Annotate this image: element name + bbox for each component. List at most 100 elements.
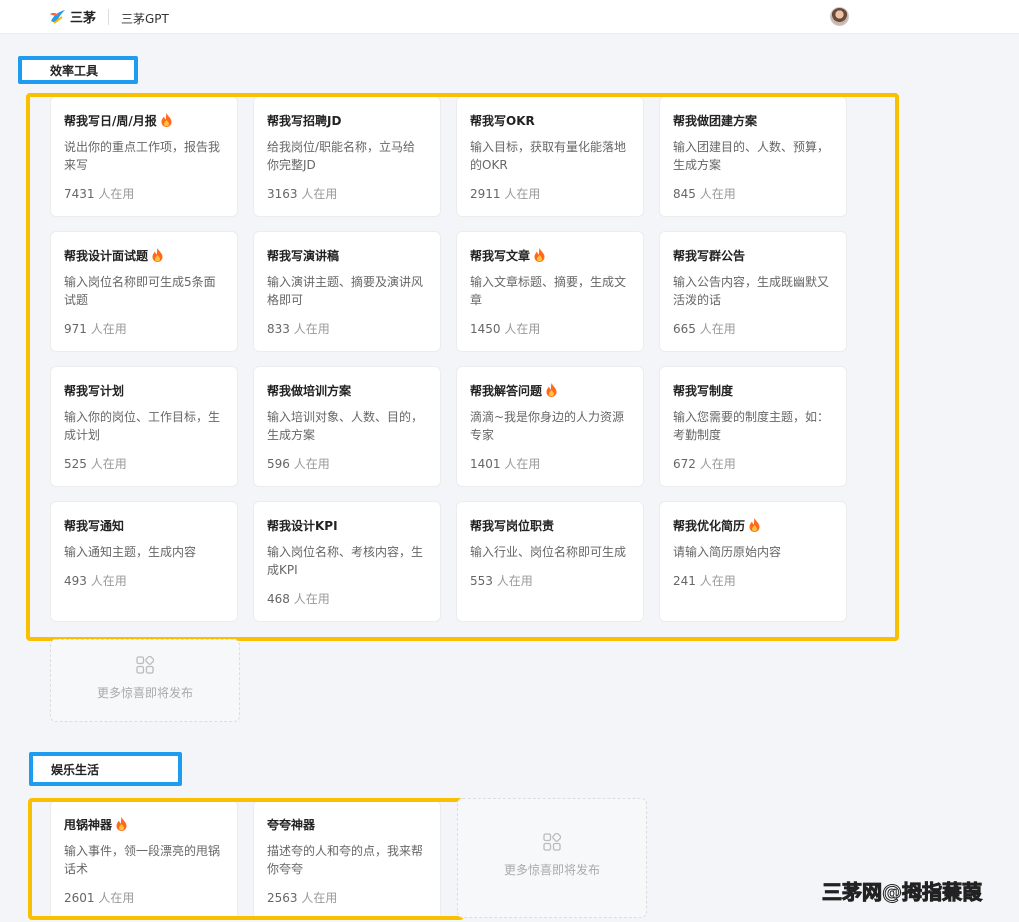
section-title-entertainment: 娱乐生活 — [29, 752, 182, 786]
usage-suffix: 人在用 — [301, 187, 338, 201]
card-description: 输入公告内容，生成既幽默又活泼的话 — [673, 275, 830, 307]
card-description: 输入您需要的制度主题，如：考勤制度 — [673, 410, 830, 442]
card-title-text: 帮我写文章 — [470, 248, 531, 263]
usage-suffix: 人在用 — [90, 574, 127, 588]
card-title-text: 帮我写群公告 — [673, 248, 746, 263]
card-description: 输入团建目的、人数、预算，生成方案 — [673, 140, 830, 172]
section-title-text: 效率工具 — [50, 63, 99, 78]
usage-suffix: 人在用 — [699, 457, 736, 471]
usage-number: 971 — [64, 322, 87, 336]
card-title: 帮我写计划 — [64, 381, 224, 399]
tool-card[interactable]: 帮我写招聘JD 给我岗位/职能名称，立马给你完整JD 3163 人在用 — [253, 96, 441, 217]
tool-card[interactable]: 帮我写通知 输入通知主题，生成内容 493 人在用 — [50, 501, 238, 622]
usage-count: 1450 人在用 — [470, 320, 630, 337]
card-title: 帮我写制度 — [673, 381, 833, 399]
card-description: 描述夸的人和夸的点，我来帮你夸夸 — [267, 844, 424, 876]
usage-count: 665 人在用 — [673, 320, 833, 337]
tool-card[interactable]: 帮我写制度输入您需要的制度主题，如：考勤制度 672 人在用 — [659, 366, 847, 487]
usage-count: 525 人在用 — [64, 455, 224, 472]
card-description: 输入目标，获取有量化能落地的OKR — [470, 140, 627, 172]
tool-card[interactable]: 帮我写演讲稿 输入演讲主题、摘要及演讲风格即可 833 人在用 — [253, 231, 441, 352]
usage-count: 971 人在用 — [64, 320, 224, 337]
usage-number: 1450 — [470, 322, 501, 336]
usage-count: 672 人在用 — [673, 455, 833, 472]
usage-suffix: 人在用 — [504, 322, 541, 336]
usage-number: 596 — [267, 457, 290, 471]
usage-number: 845 — [673, 187, 696, 201]
usage-count: 2911 人在用 — [470, 185, 630, 202]
header-divider — [108, 9, 109, 25]
card-title-text: 帮我设计面试题 — [64, 248, 149, 263]
apps-grid-icon — [136, 656, 154, 674]
usage-suffix: 人在用 — [98, 891, 135, 905]
tool-card[interactable]: 帮我写OKR 输入目标，获取有量化能落地的OKR 2911 人在用 — [456, 96, 644, 217]
card-title-text: 帮我写岗位职责 — [470, 518, 555, 533]
card-description: 输入演讲主题、摘要及演讲风格即可 — [267, 275, 424, 307]
usage-count: 2563 人在用 — [267, 889, 427, 906]
card-title: 帮我写群公告 — [673, 246, 833, 264]
card-title: 甩锅神器 — [64, 815, 224, 833]
card-title: 帮我设计KPI — [267, 516, 427, 534]
card-description: 输入培训对象、人数、目的，生成方案 — [267, 410, 424, 442]
tool-card[interactable]: 甩锅神器 输入事件，领一段漂亮的甩锅话术 2601 人在用 — [50, 800, 238, 920]
usage-suffix: 人在用 — [293, 322, 330, 336]
usage-count: 241 人在用 — [673, 572, 833, 589]
usage-count: 845 人在用 — [673, 185, 833, 202]
tool-card[interactable]: 帮我写岗位职责 输入行业、岗位名称即可生成 553 人在用 — [456, 501, 644, 622]
fire-icon — [152, 248, 163, 262]
section-title-text: 娱乐生活 — [51, 762, 100, 777]
card-title: 帮我设计面试题 — [64, 246, 224, 264]
card-title-text: 帮我做团建方案 — [673, 113, 758, 128]
card-title-text: 帮我写通知 — [64, 518, 125, 533]
tool-card[interactable]: 帮我优化简历请输入简历原始内容 241 人在用 — [659, 501, 847, 622]
tool-card[interactable]: 帮我写群公告输入公告内容，生成既幽默又活泼的话 665 人在用 — [659, 231, 847, 352]
usage-suffix: 人在用 — [293, 457, 330, 471]
usage-count: 7431 人在用 — [64, 185, 224, 202]
usage-suffix: 人在用 — [699, 574, 736, 588]
usage-count: 833 人在用 — [267, 320, 427, 337]
card-title-text: 帮我写计划 — [64, 383, 125, 398]
card-title: 帮我写通知 — [64, 516, 224, 534]
logo-icon — [50, 10, 65, 24]
card-title-text: 帮我优化简历 — [673, 518, 746, 533]
fire-icon — [534, 248, 545, 262]
more-coming-placeholder: 更多惊喜即将发布 — [457, 798, 647, 918]
card-description: 输入你的岗位、工作目标，生成计划 — [64, 410, 221, 442]
top-bar: 三茅 三茅GPT — [0, 0, 1019, 34]
tool-card[interactable]: 帮我写日/周/月报 说出你的重点工作项，报告我来写 7431 人在用 — [50, 96, 238, 217]
card-description: 给我岗位/职能名称，立马给你完整JD — [267, 140, 416, 172]
usage-number: 1401 — [470, 457, 501, 471]
usage-number: 833 — [267, 322, 290, 336]
card-description: 滴滴~我是你身边的人力资源专家 — [470, 410, 625, 442]
usage-count: 3163 人在用 — [267, 185, 427, 202]
card-title-text: 夸夸神器 — [267, 817, 316, 832]
tool-card[interactable]: 帮我做团建方案输入团建目的、人数、预算，生成方案 845 人在用 — [659, 96, 847, 217]
tool-card[interactable]: 夸夸神器描述夸的人和夸的点，我来帮你夸夸 2563 人在用 — [253, 800, 441, 920]
tool-card[interactable]: 帮我设计KPI 输入岗位名称、考核内容，生成KPI 468 人在用 — [253, 501, 441, 622]
card-description: 请输入简历原始内容 — [673, 545, 782, 559]
tool-card[interactable]: 帮我写计划输入你的岗位、工作目标，生成计划 525 人在用 — [50, 366, 238, 487]
usage-count: 468 人在用 — [267, 590, 427, 607]
watermark: 三茅网@拇指蒹葭 — [822, 880, 983, 905]
tool-card[interactable]: 帮我做培训方案 输入培训对象、人数、目的，生成方案 596 人在用 — [253, 366, 441, 487]
more-coming-text: 更多惊喜即将发布 — [96, 686, 193, 700]
avatar[interactable] — [830, 7, 849, 26]
usage-number: 665 — [673, 322, 696, 336]
more-coming-placeholder: 更多惊喜即将发布 — [50, 639, 240, 722]
usage-count: 2601 人在用 — [64, 889, 224, 906]
logo[interactable]: 三茅 — [48, 5, 96, 27]
card-title-text: 帮我写招聘JD — [267, 113, 342, 128]
tool-card[interactable]: 帮我解答问题 滴滴~我是你身边的人力资源专家 1401 人在用 — [456, 366, 644, 487]
tool-card[interactable]: 帮我设计面试题 输入岗位名称即可生成5条面试题 971 人在用 — [50, 231, 238, 352]
usage-count: 493 人在用 — [64, 572, 224, 589]
tool-card[interactable]: 帮我写文章 输入文章标题、摘要，生成文章 1450 人在用 — [456, 231, 644, 352]
usage-number: 468 — [267, 592, 290, 606]
usage-number: 2563 — [267, 891, 298, 905]
usage-number: 672 — [673, 457, 696, 471]
logo-text: 三茅 — [70, 10, 97, 26]
card-title: 帮我优化简历 — [673, 516, 833, 534]
usage-number: 493 — [64, 574, 87, 588]
card-title: 帮我写文章 — [470, 246, 630, 264]
section-title-efficiency: 效率工具 — [18, 56, 138, 84]
card-title: 夸夸神器 — [267, 815, 427, 833]
